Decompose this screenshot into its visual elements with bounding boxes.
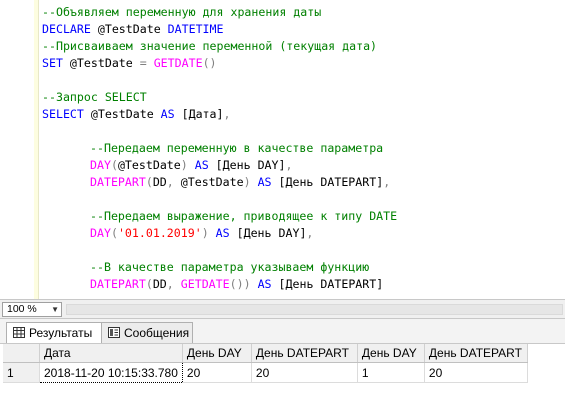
row-number-header[interactable] bbox=[3, 344, 40, 363]
code-token: DATEPART bbox=[90, 175, 146, 189]
code-token: () bbox=[202, 56, 217, 70]
code-token: , bbox=[383, 175, 391, 189]
code-token: [День DAY] bbox=[229, 226, 307, 240]
code-token: , bbox=[166, 277, 174, 291]
column-header-date[interactable]: Дата bbox=[39, 344, 183, 363]
code-token: @TestDate bbox=[83, 107, 161, 121]
code-token: '01.01.2019' bbox=[117, 226, 202, 240]
code-token: ) bbox=[243, 175, 251, 189]
column-header-datepart[interactable]: День DATEPART bbox=[251, 344, 358, 363]
code-line[interactable]: SELECT @TestDate AS [Дата], bbox=[42, 106, 231, 123]
grid-icon bbox=[13, 327, 25, 338]
code-line[interactable]: DAY('01.01.2019') AS [День DAY], bbox=[90, 225, 313, 242]
code-token: GETDATE bbox=[153, 56, 203, 70]
code-line[interactable]: --В качестве параметра указываем функцию bbox=[90, 259, 369, 276]
column-header-datepart-2[interactable]: День DATEPART bbox=[424, 344, 528, 363]
code-line[interactable]: --Передаем переменную в качестве парамет… bbox=[90, 140, 383, 157]
code-token: AS bbox=[257, 175, 272, 189]
results-grid[interactable]: Дата День DAY День DATEPART День DAY Ден… bbox=[0, 344, 565, 401]
code-line[interactable]: --Присваиваем значение переменной (текущ… bbox=[42, 38, 377, 55]
code-token: @TestDate bbox=[62, 56, 140, 70]
code-token: AS bbox=[194, 158, 209, 172]
code-line[interactable]: --Передаем выражение, приводящее к типу … bbox=[90, 208, 397, 225]
zoom-value: 100 % bbox=[7, 303, 37, 315]
code-token: DAY bbox=[90, 226, 111, 240]
code-token: [Дата] bbox=[174, 107, 224, 121]
table-row[interactable]: 1 2018-11-20 10:15:33.780 20 20 1 20 bbox=[3, 362, 528, 383]
code-token: DD bbox=[152, 175, 167, 189]
code-token: DAY bbox=[90, 158, 111, 172]
code-token: @TestDate bbox=[117, 158, 181, 172]
code-token: --Запрос SELECT bbox=[42, 90, 147, 104]
code-token: ) bbox=[201, 226, 209, 240]
code-token: , bbox=[166, 175, 174, 189]
chevron-down-icon: ▼ bbox=[51, 305, 59, 314]
code-line[interactable]: --Объявляем переменную для хранения даты bbox=[42, 4, 321, 21]
code-token: , bbox=[223, 107, 231, 121]
cell-day[interactable]: 20 bbox=[182, 362, 252, 383]
code-line[interactable]: DATEPART(DD, GETDATE()) AS [День DATEPAR… bbox=[90, 276, 383, 293]
code-token: AS bbox=[257, 277, 272, 291]
code-line[interactable]: --Запрос SELECT bbox=[42, 89, 147, 106]
code-token: = bbox=[139, 56, 147, 70]
results-table: Дата День DAY День DATEPART День DAY Ден… bbox=[3, 344, 528, 383]
code-line[interactable]: DECLARE @TestDate DATETIME bbox=[42, 21, 224, 38]
code-token: ( bbox=[145, 277, 153, 291]
code-token: DECLARE bbox=[42, 22, 91, 36]
cell-date[interactable]: 2018-11-20 10:15:33.780 bbox=[39, 362, 183, 383]
results-tabbar: Результаты Сообщения bbox=[0, 319, 565, 344]
query-editor[interactable]: --Объявляем переменную для хранения даты… bbox=[0, 0, 565, 299]
zoom-dropdown[interactable]: 100 % ▼ bbox=[2, 302, 62, 317]
tab-messages[interactable]: Сообщения bbox=[101, 322, 193, 343]
code-token: --В качестве параметра указываем функцию bbox=[90, 260, 370, 274]
code-line[interactable]: SET @TestDate = GETDATE() bbox=[42, 55, 217, 72]
column-header-day-2[interactable]: День DAY bbox=[357, 344, 425, 363]
code-token: GETDATE bbox=[180, 277, 230, 291]
code-line[interactable]: DATEPART(DD, @TestDate) AS [День DATEPAR… bbox=[90, 174, 390, 191]
code-token: , bbox=[306, 226, 314, 240]
tab-messages-label: Сообщения bbox=[124, 326, 190, 340]
editor-statusbar: 100 % ▼ bbox=[0, 299, 565, 319]
code-token: [День DAY] bbox=[208, 158, 286, 172]
code-token: DD bbox=[152, 277, 167, 291]
row-number[interactable]: 1 bbox=[3, 362, 40, 383]
cell-day-2[interactable]: 1 bbox=[357, 362, 425, 383]
code-token: --Передаем переменную в качестве парамет… bbox=[90, 141, 384, 155]
code-token: DATETIME bbox=[167, 22, 224, 36]
code-token: --Объявляем переменную для хранения даты bbox=[42, 5, 322, 19]
tab-results-label: Результаты bbox=[29, 326, 93, 340]
tab-results[interactable]: Результаты bbox=[6, 322, 102, 343]
messages-icon bbox=[108, 327, 120, 338]
code-token: ) bbox=[180, 158, 188, 172]
code-token: AS bbox=[160, 107, 175, 121]
code-token: ()) bbox=[229, 277, 251, 291]
code-token: [День DATEPART] bbox=[271, 277, 384, 291]
code-token: ( bbox=[110, 226, 118, 240]
code-token: , bbox=[285, 158, 293, 172]
code-token: @TestDate bbox=[90, 22, 168, 36]
code-token: @TestDate bbox=[173, 175, 244, 189]
header-row: Дата День DAY День DATEPART День DAY Ден… bbox=[3, 344, 528, 363]
code-token: ( bbox=[145, 175, 153, 189]
code-token: ( bbox=[110, 158, 118, 172]
code-token: --Присваиваем значение переменной (текущ… bbox=[42, 39, 378, 53]
cell-datepart[interactable]: 20 bbox=[251, 362, 358, 383]
editor-margin bbox=[34, 0, 39, 299]
code-token: AS bbox=[215, 226, 230, 240]
horizontal-scrollbar[interactable] bbox=[66, 304, 563, 315]
code-token: --Передаем выражение, приводящее к типу … bbox=[90, 209, 398, 223]
column-header-day[interactable]: День DAY bbox=[182, 344, 252, 363]
code-token: SET bbox=[42, 56, 63, 70]
code-token: [День DATEPART] bbox=[271, 175, 384, 189]
code-token: SELECT bbox=[42, 107, 84, 121]
code-line[interactable]: DAY(@TestDate) AS [День DAY], bbox=[90, 157, 292, 174]
cell-datepart-2[interactable]: 20 bbox=[424, 362, 528, 383]
code-token: DATEPART bbox=[90, 277, 146, 291]
